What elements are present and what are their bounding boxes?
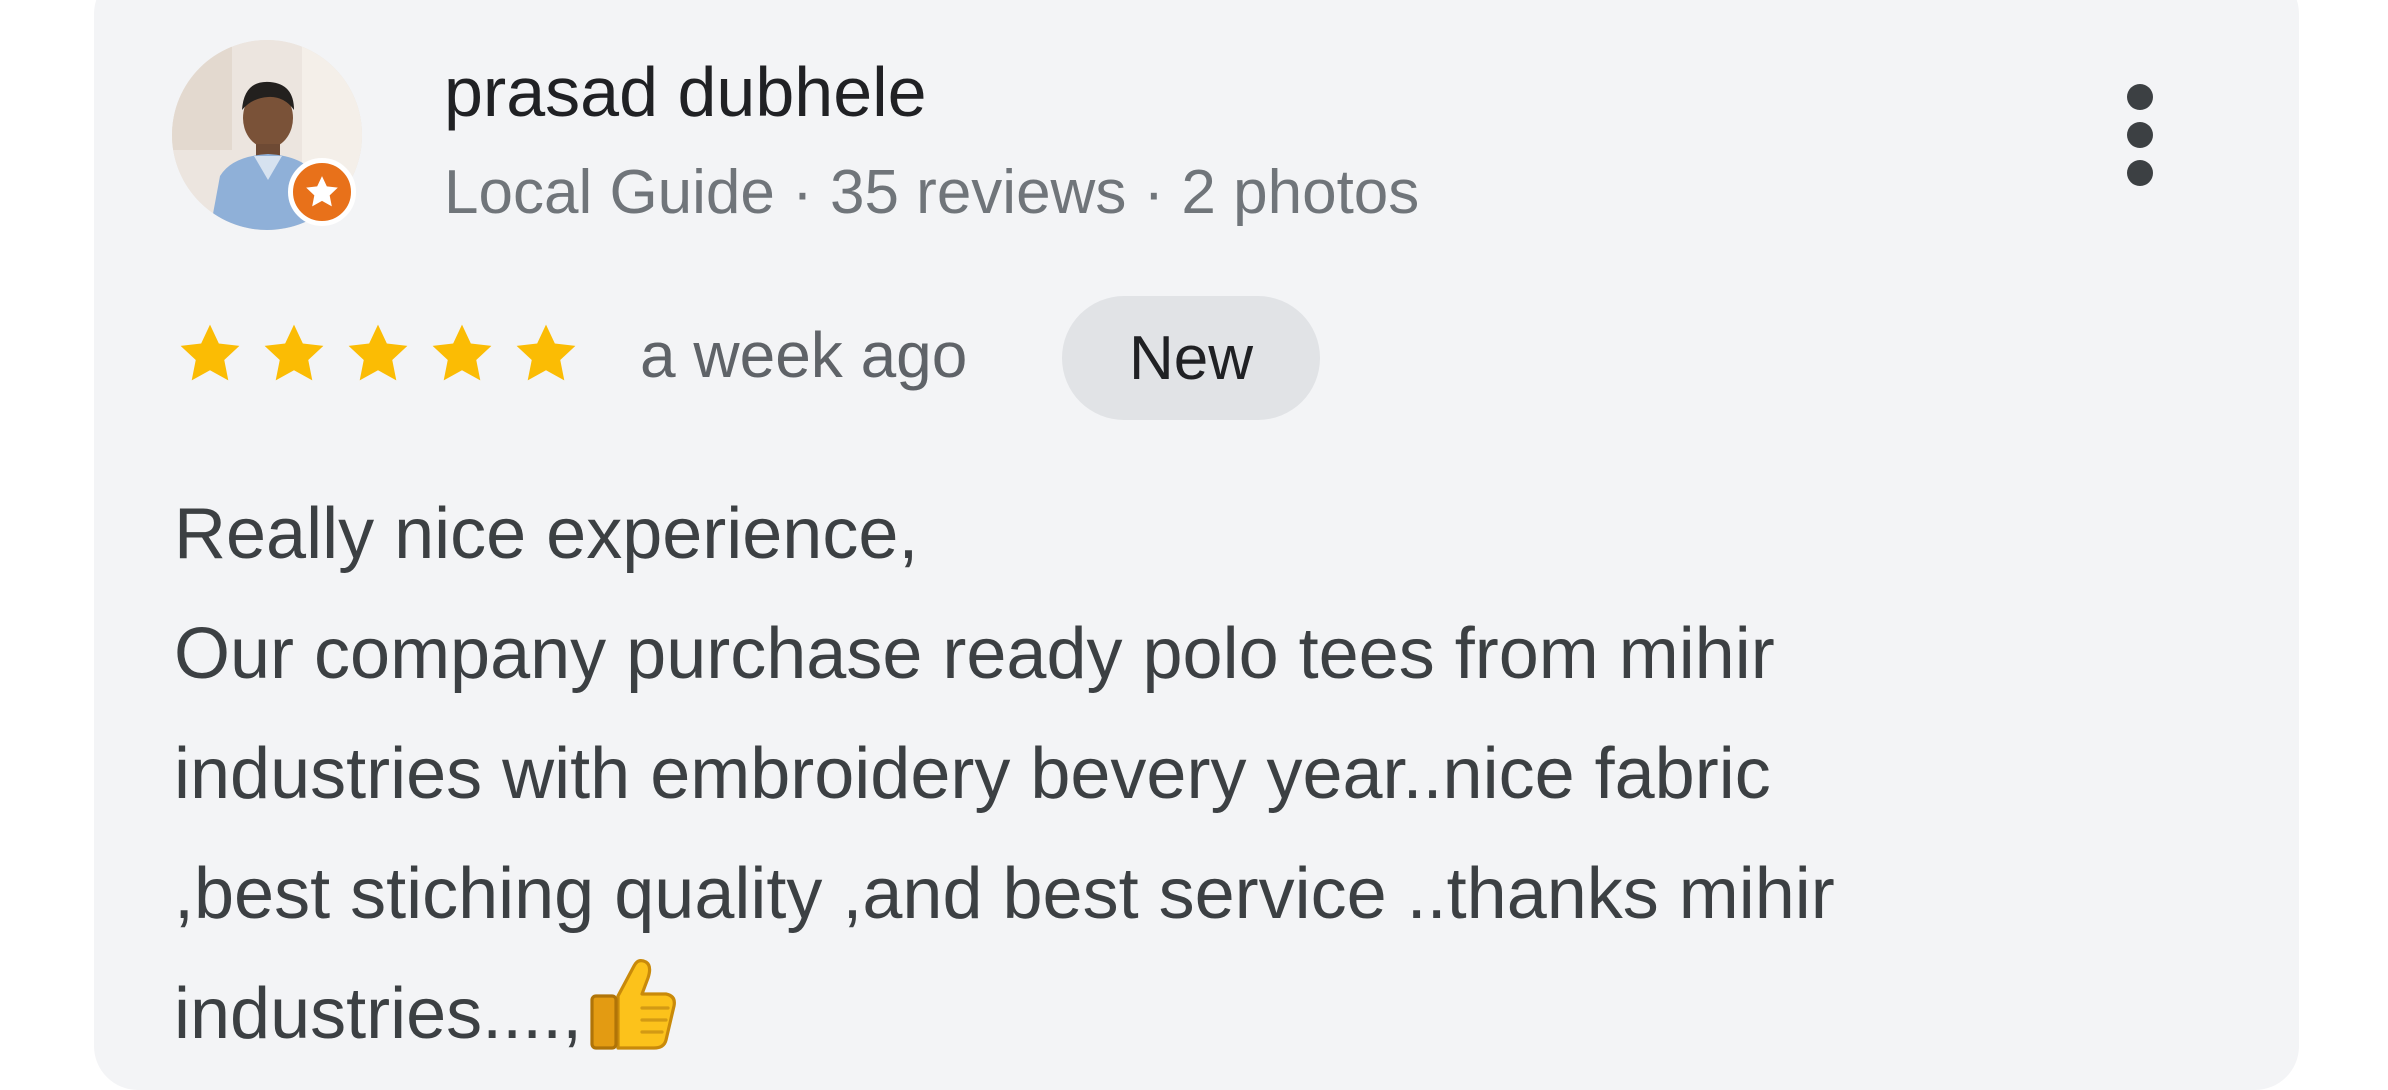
thumbs-up-icon <box>590 959 677 1050</box>
review-text-line: ,best stiching quality ,and best service… <box>174 854 1835 934</box>
review-text: Really nice experience, Our company purc… <box>174 474 2234 1074</box>
star-rating <box>172 318 584 390</box>
more-vertical-icon-dot <box>2127 122 2153 148</box>
local-guide-badge <box>288 158 356 226</box>
reviewer-name[interactable]: prasad dubhele <box>444 44 927 140</box>
review-text-last-line: industries...., <box>174 954 2234 1074</box>
review-time: a week ago <box>640 319 968 391</box>
star-icon <box>516 324 576 381</box>
more-vertical-icon <box>2127 84 2153 110</box>
star-icon <box>264 324 324 381</box>
star-icon <box>432 324 492 381</box>
review-text-line: Really nice experience, <box>174 494 919 574</box>
more-options-button[interactable] <box>2100 70 2180 200</box>
more-vertical-icon-dot <box>2127 160 2153 186</box>
star-badge-icon <box>306 176 338 207</box>
reviewer-meta[interactable]: Local Guide · 35 reviews · 2 photos <box>444 148 1419 238</box>
review-text-line: industries with embroidery bevery year..… <box>174 734 1771 814</box>
review-text-line: industries...., <box>174 974 583 1054</box>
new-badge: New <box>1062 296 1320 420</box>
star-icon <box>180 324 240 381</box>
star-icon <box>348 324 408 381</box>
review-text-line: Our company purchase ready polo tees fro… <box>174 614 1775 694</box>
